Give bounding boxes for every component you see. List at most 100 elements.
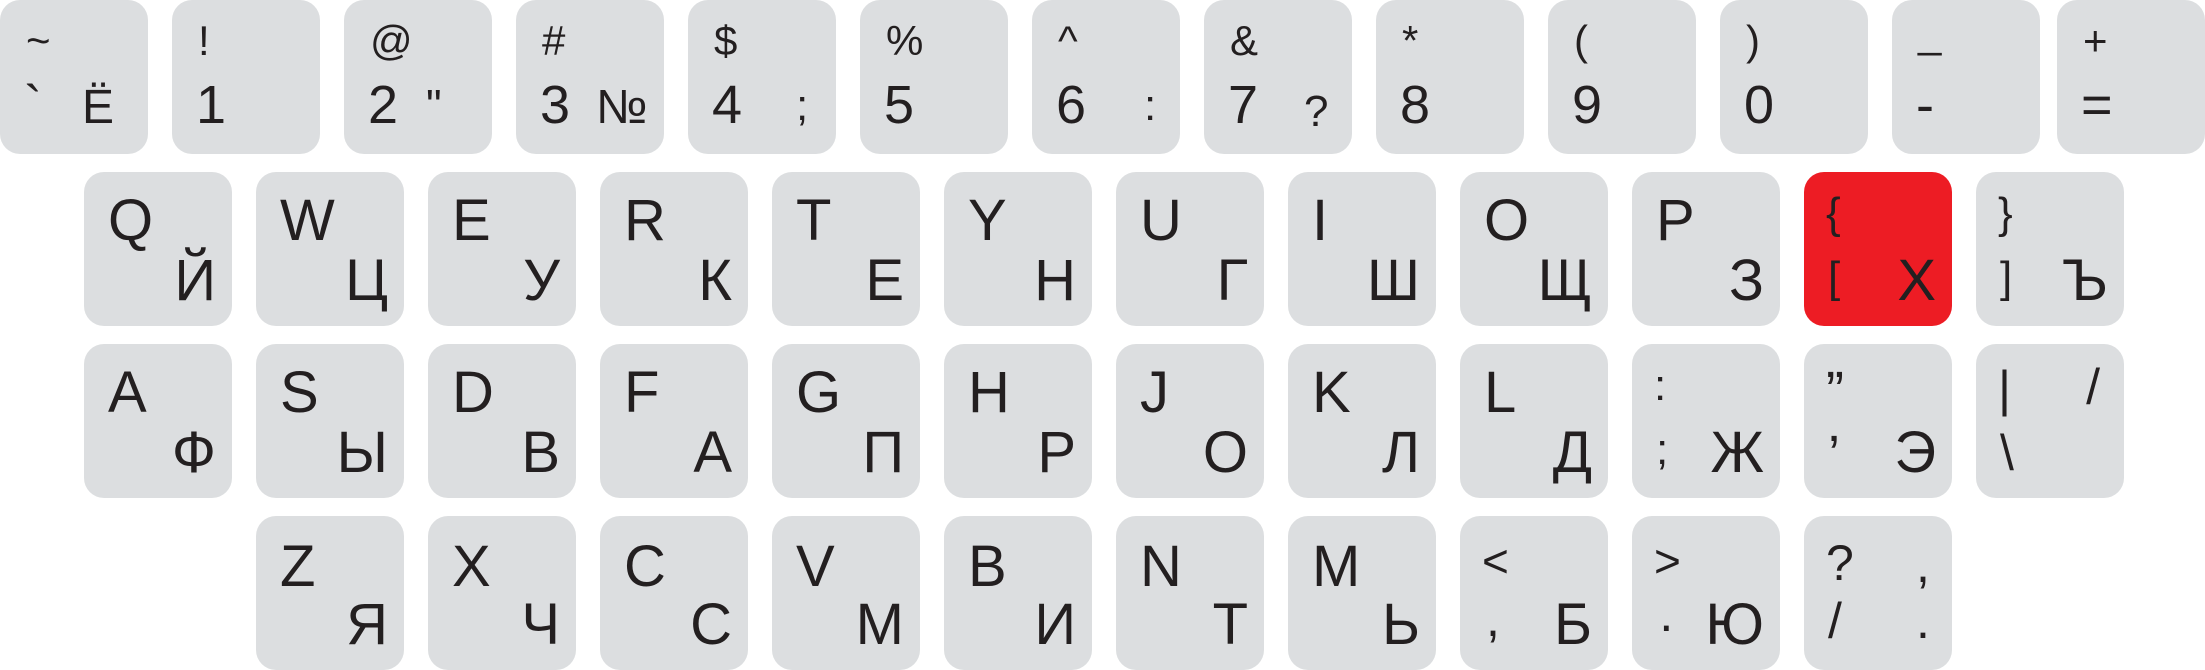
key-o[interactable]: O Щ	[1460, 172, 1608, 326]
key-9[interactable]: ( 9	[1548, 0, 1696, 154]
key-shift-label: $	[714, 17, 738, 64]
key-ru-label: П	[862, 420, 904, 485]
key-n[interactable]: N Т	[1116, 516, 1264, 670]
key-main-label: -	[1916, 75, 1934, 135]
key-ru-label: №	[596, 81, 648, 134]
key-l[interactable]: L Д	[1460, 344, 1608, 498]
key-m[interactable]: M Ь	[1288, 516, 1436, 670]
key-j[interactable]: J О	[1116, 344, 1264, 498]
key-quote[interactable]: ” ’ Э	[1804, 344, 1952, 498]
key-ru-label: Й	[174, 248, 216, 313]
key-en-label: C	[624, 534, 666, 599]
key-ru-label: Ш	[1366, 248, 1420, 313]
key-en-label: D	[452, 360, 494, 425]
key-en-label: L	[1484, 360, 1517, 425]
key-ru-label: К	[698, 248, 732, 313]
key-3[interactable]: # 3 №	[516, 0, 664, 154]
key-ru-label: Т	[1212, 592, 1248, 657]
top-letter-row: Q Й W Ц E У R К T Е Y Н U Г I Ш O Щ P З …	[0, 172, 2205, 326]
key-main-label: \	[2000, 425, 2014, 481]
key-i[interactable]: I Ш	[1288, 172, 1436, 326]
key-0[interactable]: ) 0	[1720, 0, 1868, 154]
key-2[interactable]: @ 2 "	[344, 0, 492, 154]
key-main-label: ;	[1656, 425, 1669, 474]
key-shift-label: ^	[1058, 17, 1078, 64]
key-ru-label: С	[690, 592, 732, 657]
key-x[interactable]: X Ч	[428, 516, 576, 670]
key-shift-label: ?	[1826, 535, 1854, 591]
key-h[interactable]: H Р	[944, 344, 1092, 498]
key-comma[interactable]: < , Б	[1460, 516, 1608, 670]
key-ru-label: "	[426, 81, 442, 130]
key-shift-label: |	[1998, 361, 2011, 417]
key-ru-label: Ж	[1710, 420, 1764, 485]
key-main-label: 4	[712, 75, 743, 135]
key-f[interactable]: F А	[600, 344, 748, 498]
key-en-label: R	[624, 188, 666, 253]
key-en-label: G	[796, 360, 842, 425]
key-shift-label: !	[198, 17, 210, 64]
key-ru-label: /	[2086, 359, 2100, 415]
key-period[interactable]: > · Ю	[1632, 516, 1780, 670]
key-y[interactable]: Y Н	[944, 172, 1092, 326]
key-shift-label: &	[1230, 17, 1259, 64]
bottom-letter-row: Z Я X Ч C С V М B И N Т M Ь < , Б > · Ю …	[0, 516, 2205, 670]
key-e[interactable]: E У	[428, 172, 576, 326]
key-p[interactable]: P З	[1632, 172, 1780, 326]
key-main-label: [	[1828, 253, 1841, 302]
key-ru-label: .	[1916, 593, 1930, 649]
key-k[interactable]: K Л	[1288, 344, 1436, 498]
key-en-label: U	[1140, 188, 1182, 253]
key-8[interactable]: * 8	[1376, 0, 1524, 154]
key-en-label: N	[1140, 534, 1182, 599]
key-ru-label: Ы	[336, 420, 388, 485]
key-ru-label: Ю	[1705, 592, 1764, 657]
key-en-label: Z	[280, 534, 316, 599]
key-q[interactable]: Q Й	[84, 172, 232, 326]
key-right-bracket[interactable]: } ] Ъ	[1976, 172, 2124, 326]
key-g[interactable]: G П	[772, 344, 920, 498]
key-4[interactable]: $ 4 ;	[688, 0, 836, 154]
key-shift-label: _	[1918, 9, 1942, 56]
key-1[interactable]: ! 1	[172, 0, 320, 154]
key-shift-label: }	[1998, 189, 2013, 238]
key-main-label: 8	[1400, 75, 1431, 135]
key-en-label: J	[1140, 360, 1169, 425]
key-a[interactable]: A Ф	[84, 344, 232, 498]
key-ru-label: З	[1728, 248, 1764, 313]
key-s[interactable]: S Ы	[256, 344, 404, 498]
key-main-label: ,	[1486, 591, 1500, 647]
key-b[interactable]: B И	[944, 516, 1092, 670]
key-main-label: ·	[1658, 597, 1675, 653]
key-backslash[interactable]: | \ /	[1976, 344, 2124, 498]
key-minus[interactable]: _ -	[1892, 0, 2040, 154]
key-equals[interactable]: + =	[2057, 0, 2205, 154]
number-row: ~ ` Ё ! 1 @ 2 " # 3 № $ 4 ; % 5 ^ 6 : & …	[0, 0, 2205, 154]
key-c[interactable]: C С	[600, 516, 748, 670]
key-slash[interactable]: ? / , .	[1804, 516, 1952, 670]
home-letter-row: A Ф S Ы D В F А G П H Р J О K Л L Д : ; …	[0, 344, 2205, 498]
key-ru-label: У	[523, 248, 560, 313]
key-r[interactable]: R К	[600, 172, 748, 326]
key-main-label: `	[24, 75, 42, 135]
key-6[interactable]: ^ 6 :	[1032, 0, 1180, 154]
key-shift-label: *	[1402, 17, 1419, 64]
key-main-label: 6	[1056, 75, 1087, 135]
key-en-label: V	[796, 534, 835, 599]
key-7[interactable]: & 7 ?	[1204, 0, 1352, 154]
key-z[interactable]: Z Я	[256, 516, 404, 670]
key-tilde[interactable]: ~ ` Ё	[0, 0, 148, 154]
key-shift-label: <	[1482, 535, 1509, 587]
key-t[interactable]: T Е	[772, 172, 920, 326]
key-d[interactable]: D В	[428, 344, 576, 498]
key-ru-label: Ч	[521, 592, 560, 657]
key-u[interactable]: U Г	[1116, 172, 1264, 326]
key-shift-label: #	[542, 17, 566, 64]
key-v[interactable]: V М	[772, 516, 920, 670]
key-main-label: =	[2081, 75, 2113, 135]
key-w[interactable]: W Ц	[256, 172, 404, 326]
key-left-bracket[interactable]: { [ Х	[1804, 172, 1952, 326]
key-en-label: E	[452, 188, 491, 253]
key-semicolon[interactable]: : ; Ж	[1632, 344, 1780, 498]
key-5[interactable]: % 5	[860, 0, 1008, 154]
